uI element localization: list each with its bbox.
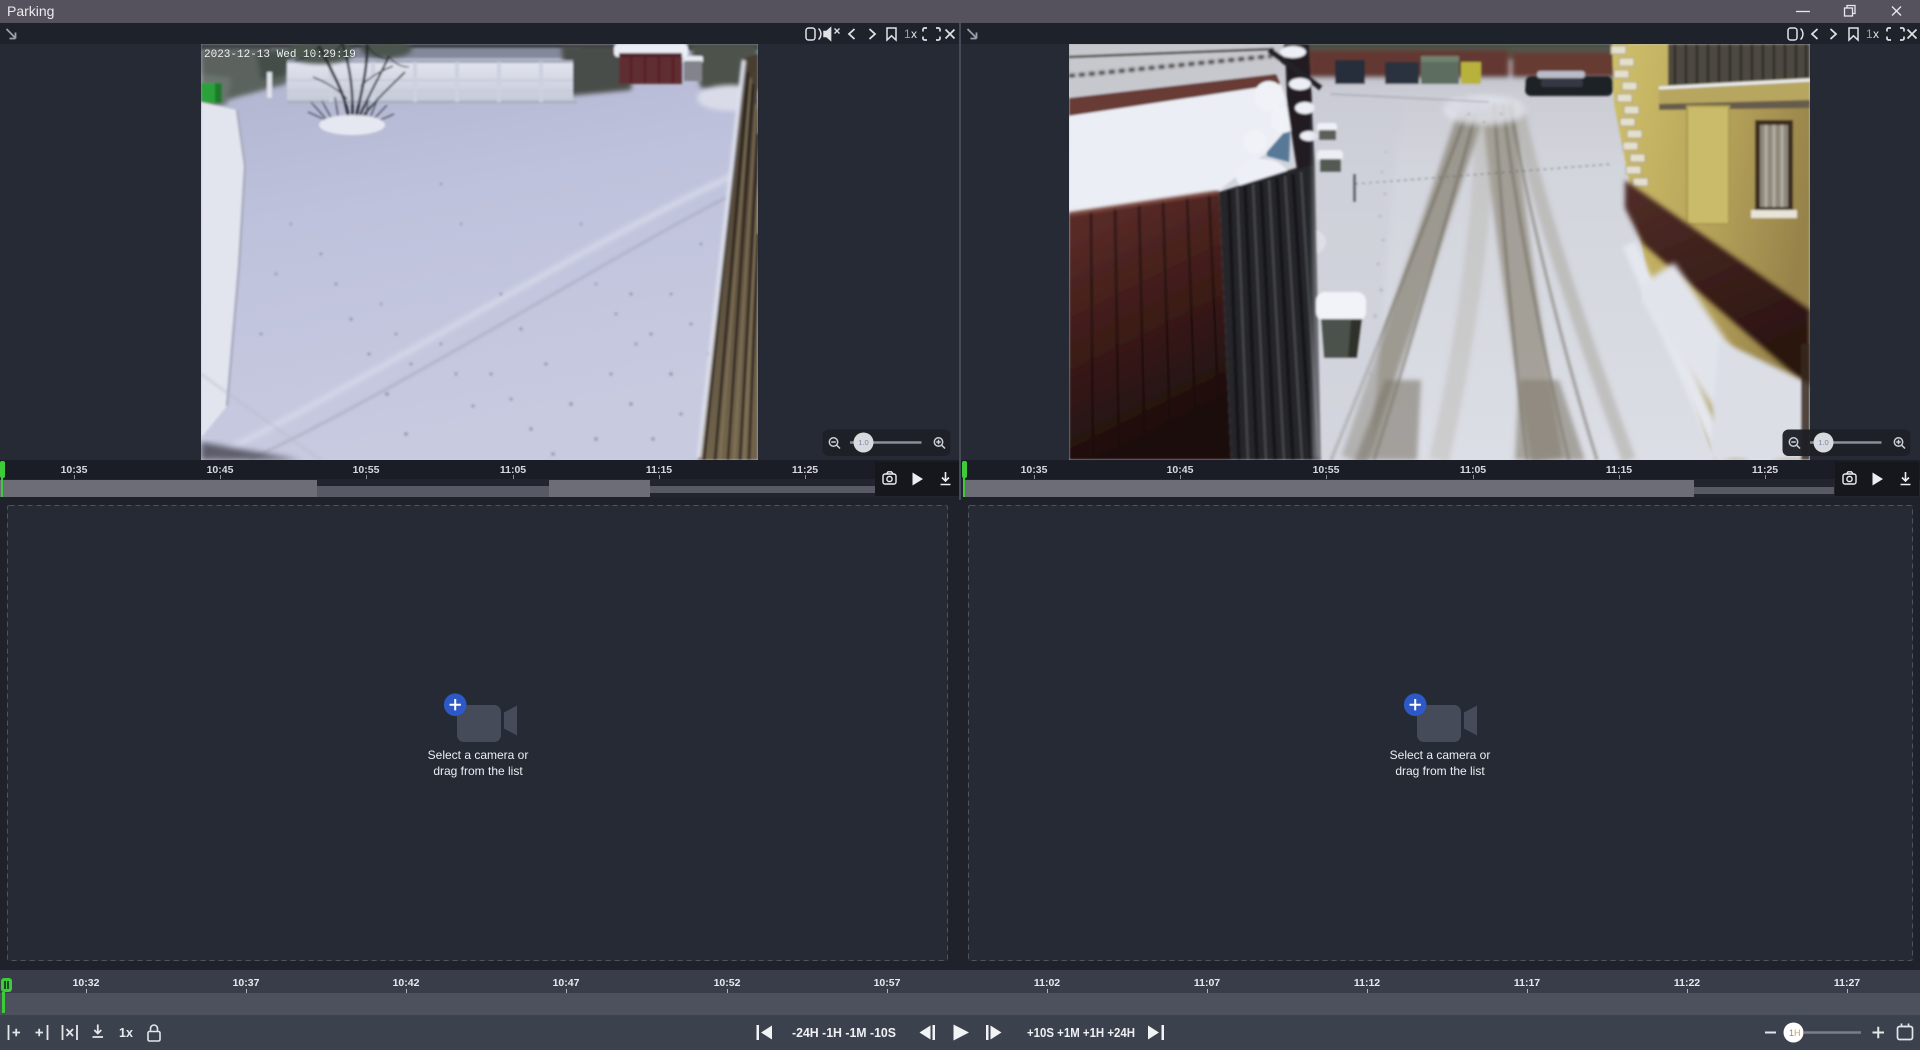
svg-text:1.0: 1.0 — [1818, 438, 1828, 447]
svg-text:x: x — [1873, 27, 1879, 41]
svg-text:1: 1 — [904, 27, 911, 41]
svg-text:-24H -1H -1M -10S: -24H -1H -1M -10S — [792, 1026, 896, 1040]
svg-text:1x: 1x — [119, 1026, 133, 1040]
svg-text:x: x — [911, 27, 917, 41]
svg-text:+10S +1M +1H +24H: +10S +1M +1H +24H — [1027, 1026, 1135, 1040]
svg-text:2023-12-13 Wed 10:29:19: 2023-12-13 Wed 10:29:19 — [204, 49, 356, 61]
svg-text:1.0: 1.0 — [858, 438, 868, 447]
svg-text:1: 1 — [1866, 27, 1873, 41]
svg-text:H: H — [1794, 1028, 1801, 1038]
